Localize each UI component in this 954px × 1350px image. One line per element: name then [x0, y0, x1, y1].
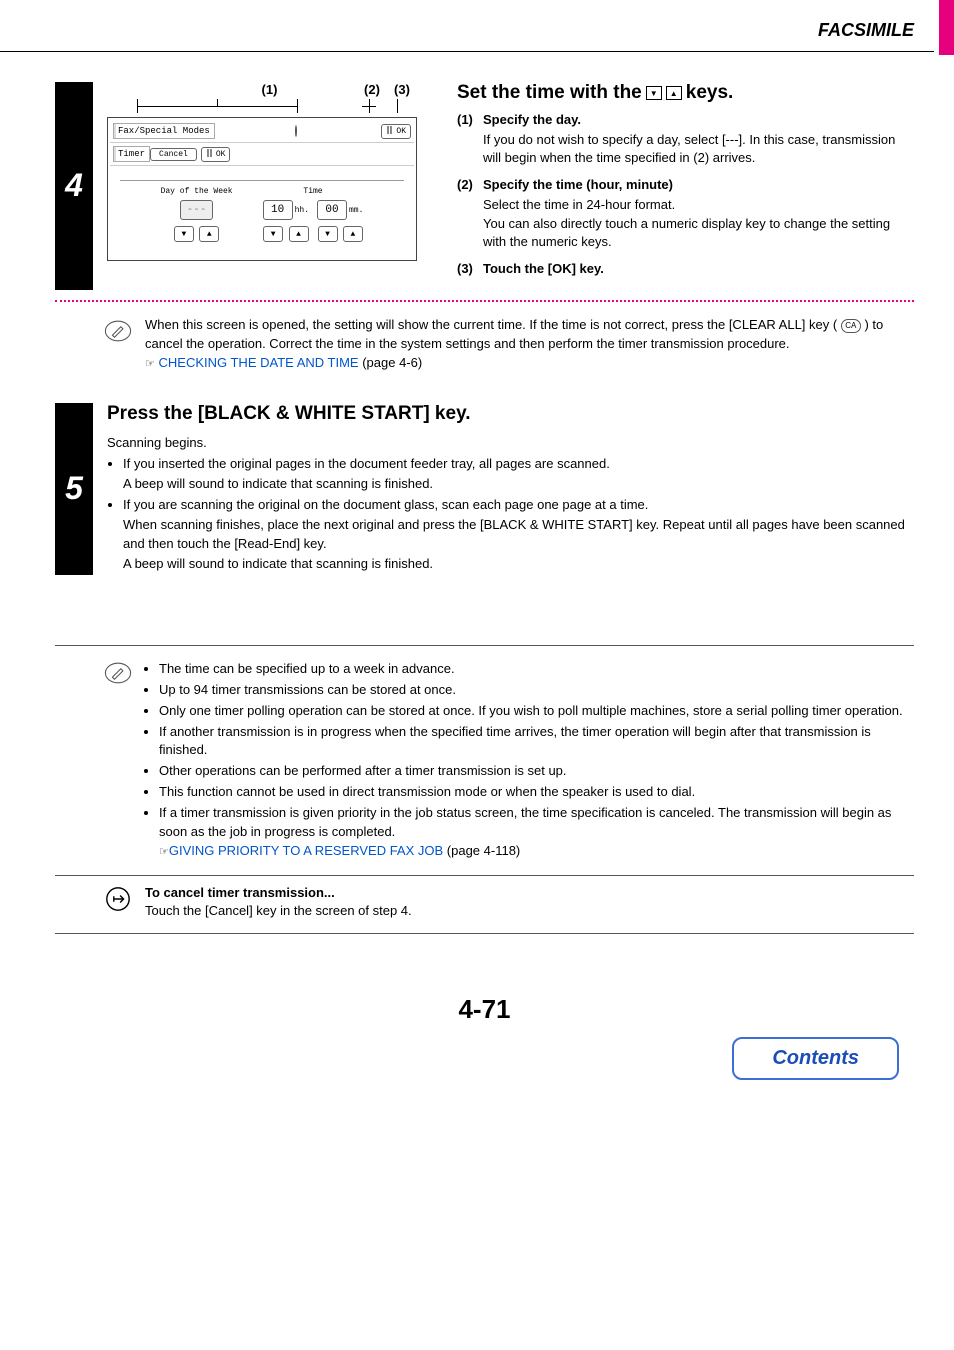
lcd-ok-top-label: OK: [396, 127, 406, 136]
instr-1-num: (1): [457, 112, 483, 167]
step-4-number: 4: [55, 82, 93, 290]
title-up-icon: ▲: [666, 86, 682, 100]
lcd-time-label: Time: [263, 187, 364, 196]
lcd-day-label: Day of the Week: [161, 187, 233, 196]
note-item-2: Up to 94 timer transmissions can be stor…: [159, 681, 914, 700]
clear-all-icon: CA: [841, 319, 861, 333]
pencil-note-icon-2: [103, 658, 133, 688]
note-item-5: Other operations can be performed after …: [159, 762, 914, 781]
pointer-icon: ☞: [145, 358, 155, 370]
note-item-6: This function cannot be used in direct t…: [159, 783, 914, 802]
hour-suffix: hh.: [293, 206, 309, 215]
note-item-3: Only one timer polling operation can be …: [159, 702, 914, 721]
step-5-b1a: If you inserted the original pages in th…: [123, 456, 610, 471]
hour-down-button[interactable]: ▼: [263, 226, 283, 242]
lcd-ok[interactable]: OK: [201, 147, 231, 162]
pointer-icon-2: ☞: [159, 846, 169, 858]
lcd-cancel[interactable]: Cancel: [150, 148, 197, 161]
clock-icon: [295, 125, 297, 137]
cancel-note-head: To cancel timer transmission...: [145, 884, 914, 903]
note-item-7-text: If a timer transmission is given priorit…: [159, 805, 891, 839]
section-color-tab: [939, 0, 954, 55]
instr-3-head: Touch the [OK] key.: [483, 261, 914, 276]
cancel-note-icon: [103, 884, 133, 914]
footnote-text-1: When this screen is opened, the setting …: [145, 317, 841, 332]
callout-leaders: [107, 99, 437, 113]
pencil-note-icon: [103, 316, 133, 346]
instr-2-num: (2): [457, 177, 483, 251]
instr-3-num: (3): [457, 261, 483, 280]
day-up-button[interactable]: ▲: [199, 226, 219, 242]
step-5-title: Press the [BLACK & WHITE START] key.: [107, 403, 914, 425]
lcd-title-1: Fax/Special Modes: [113, 123, 215, 139]
instr-1-body: If you do not wish to specify a day, sel…: [483, 131, 914, 167]
step-4-title-pre: Set the time with the: [457, 82, 642, 104]
min-up-button[interactable]: ▲: [343, 226, 363, 242]
hour-up-button[interactable]: ▲: [289, 226, 309, 242]
step-4-title: Set the time with the ▼ ▲ keys.: [457, 82, 914, 104]
step-4-footnote: When this screen is opened, the setting …: [145, 316, 914, 373]
step-5-b1b: A beep will sound to indicate that scann…: [123, 476, 433, 491]
step-5-bullet-1: If you inserted the original pages in th…: [123, 454, 914, 493]
step-4-title-post: keys.: [686, 82, 734, 104]
footnote-page: (page 4-6): [359, 355, 423, 370]
day-down-button[interactable]: ▼: [174, 226, 194, 242]
lcd-ok-label: OK: [216, 150, 226, 159]
instr-2-head: Specify the time (hour, minute): [483, 177, 914, 192]
notes-bottom-rule: [55, 933, 914, 934]
min-suffix: mm.: [347, 206, 363, 215]
lcd-ok-top[interactable]: OK: [381, 124, 411, 139]
contents-button[interactable]: Contents: [732, 1037, 899, 1080]
note-item-7: If a timer transmission is given priorit…: [159, 804, 914, 861]
step-5-b2a: If you are scanning the original on the …: [123, 497, 648, 512]
page-number: 4-71: [55, 994, 914, 1025]
callout-2: (2): [357, 82, 387, 97]
step-5-number: 5: [55, 403, 93, 576]
instr-1-head: Specify the day.: [483, 112, 914, 127]
callout-1: (1): [182, 82, 357, 97]
notes-top-rule: [55, 645, 914, 646]
callout-3: (3): [387, 82, 417, 97]
step-5-bullet-2: If you are scanning the original on the …: [123, 495, 914, 573]
dashed-separator: [55, 300, 914, 302]
notes-mid-rule: [55, 875, 914, 876]
step-5-b2c: A beep will sound to indicate that scann…: [123, 556, 433, 571]
lcd-panel: Fax/Special Modes OK Timer Cancel OK: [107, 117, 417, 261]
cancel-note-body: Touch the [Cancel] key in the screen of …: [145, 902, 914, 921]
step-5-b2b: When scanning finishes, place the next o…: [123, 517, 905, 552]
lcd-title-2: Timer: [113, 146, 150, 162]
instr-2-body: Select the time in 24-hour format. You c…: [483, 196, 914, 251]
note-item-1: The time can be specified up to a week i…: [159, 660, 914, 679]
title-down-icon: ▼: [646, 86, 662, 100]
lcd-hour-value[interactable]: 10: [263, 200, 293, 220]
lcd-min-value[interactable]: 00: [317, 200, 347, 220]
checking-date-link[interactable]: CHECKING THE DATE AND TIME: [159, 355, 359, 370]
lcd-day-value[interactable]: ---: [180, 200, 214, 220]
note-item-7-page: (page 4-118): [443, 843, 520, 858]
step-5-sub: Scanning begins.: [107, 433, 914, 453]
page-header: FACSIMILE: [0, 0, 954, 51]
note-item-4: If another transmission is in progress w…: [159, 723, 914, 761]
min-down-button[interactable]: ▼: [318, 226, 338, 242]
priority-link[interactable]: GIVING PRIORITY TO A RESERVED FAX JOB: [169, 843, 443, 858]
